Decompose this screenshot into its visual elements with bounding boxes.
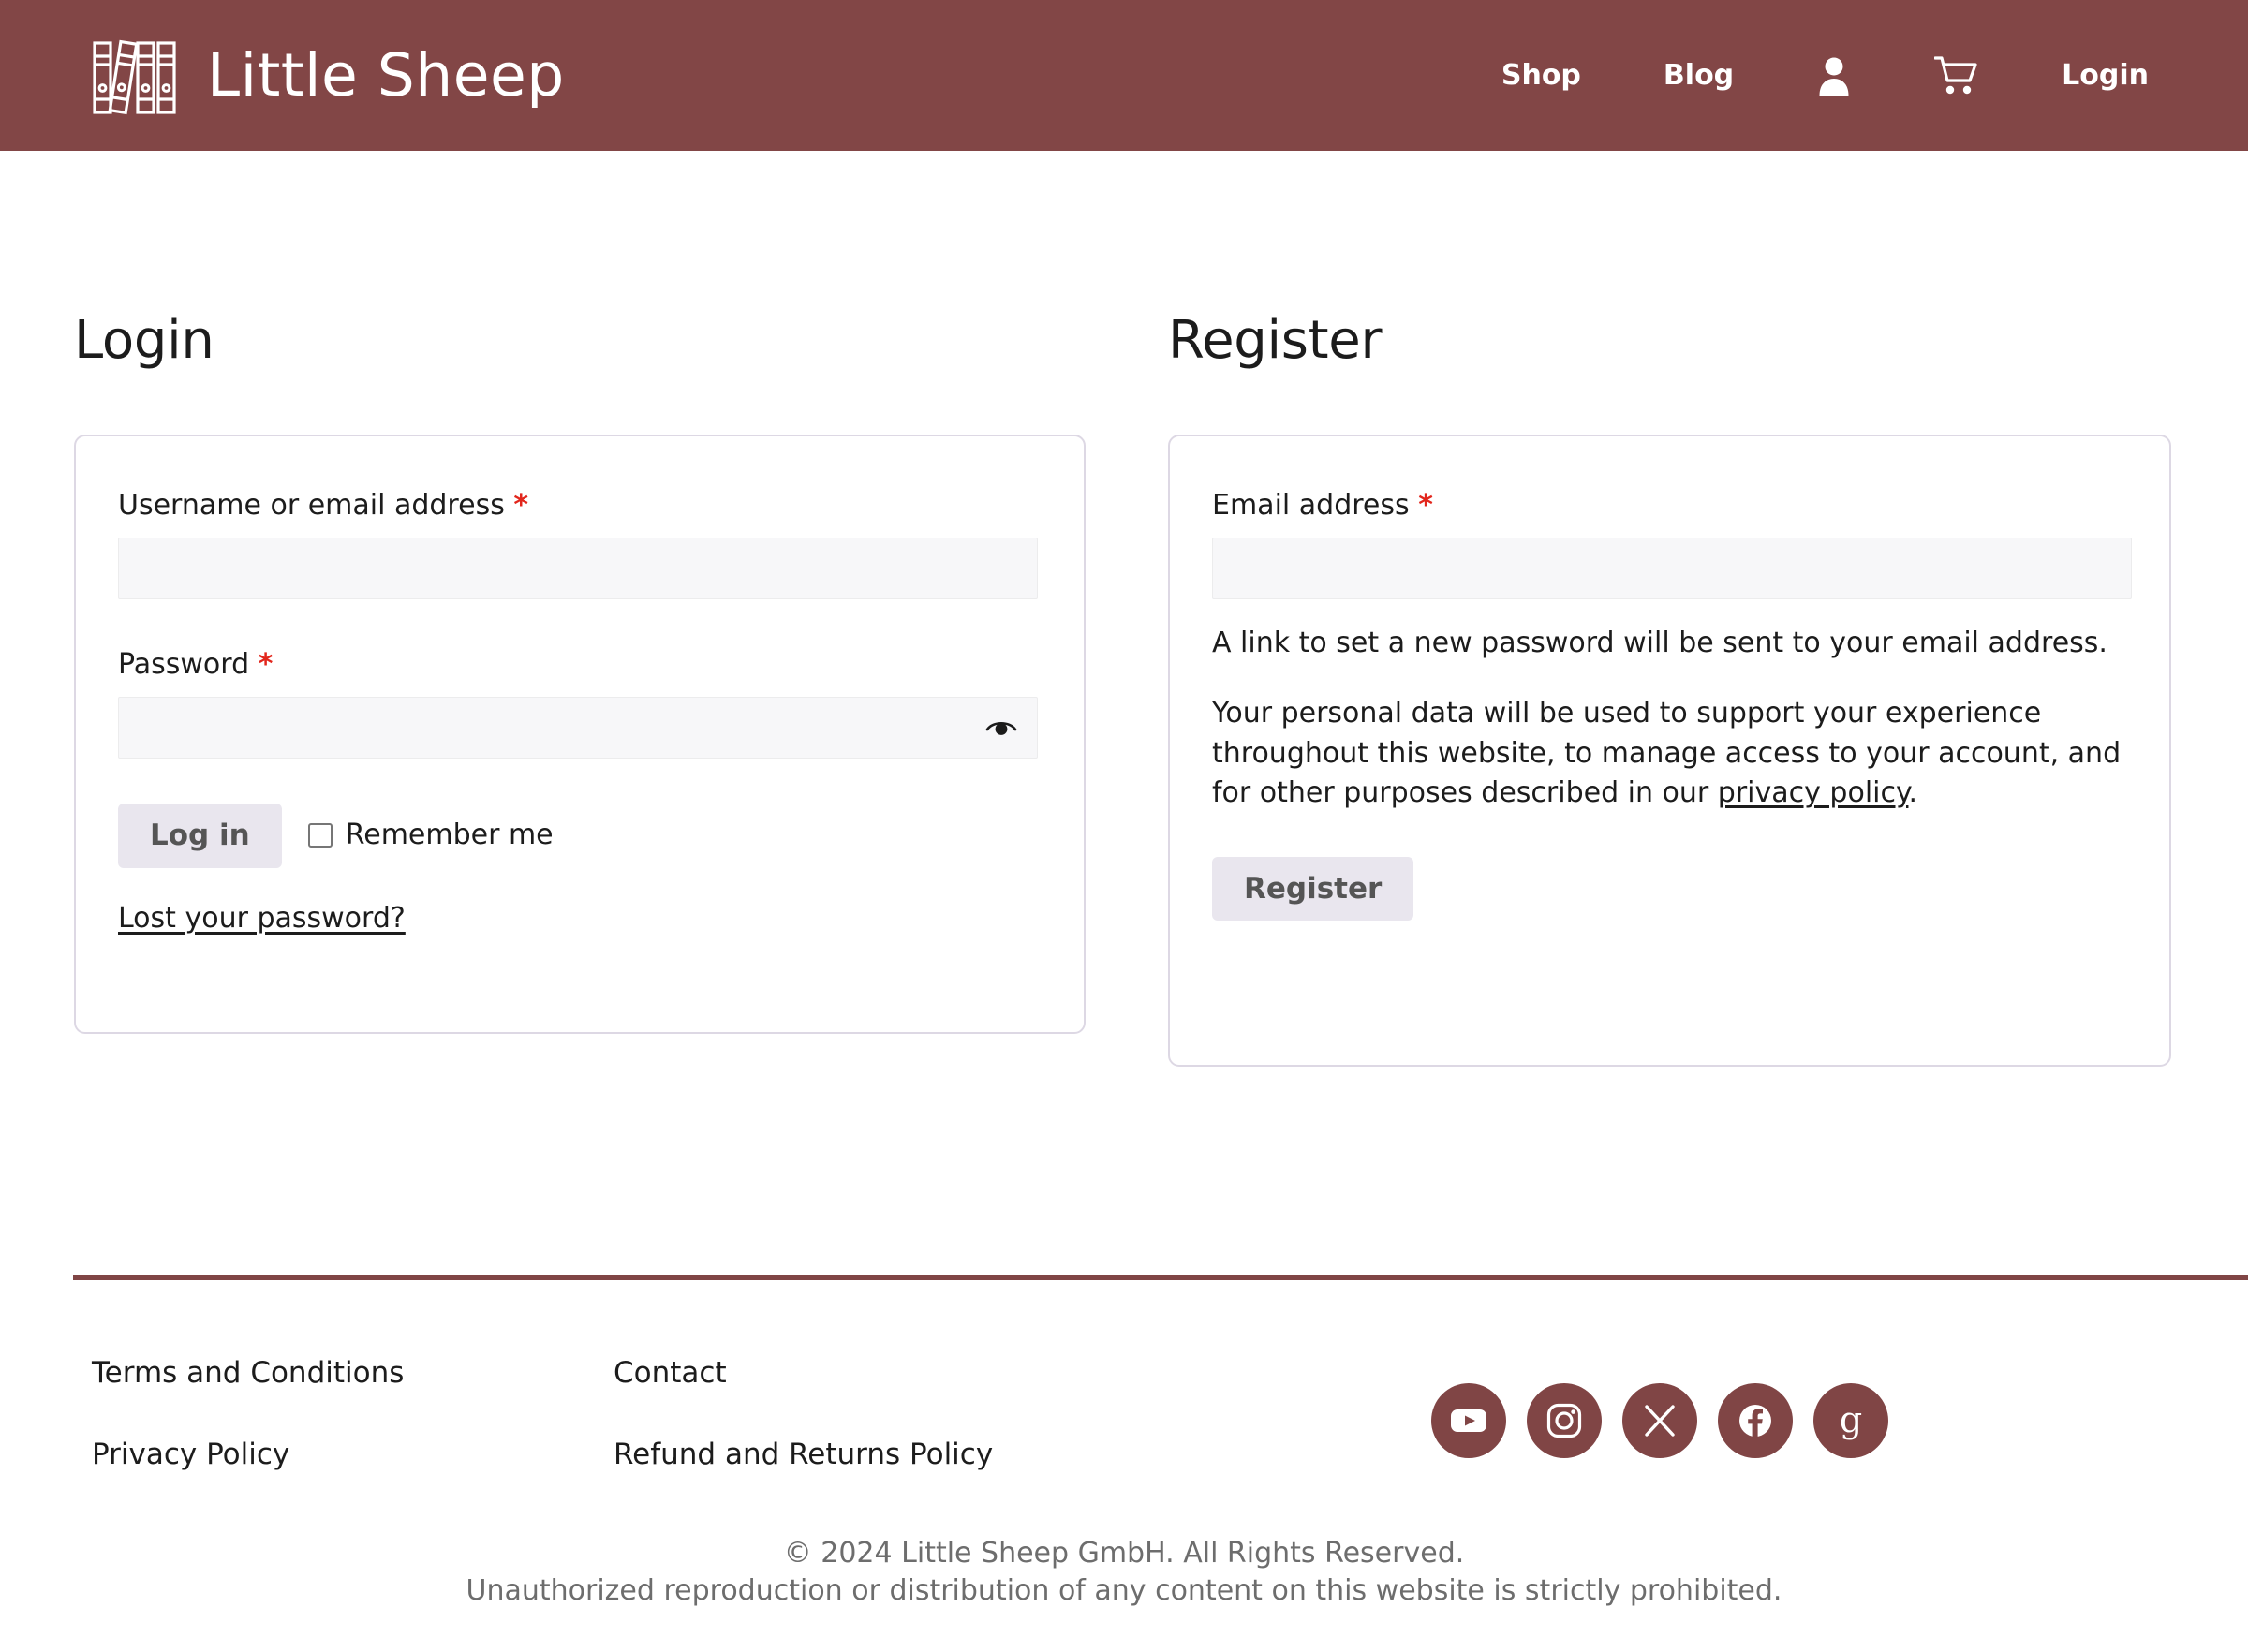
- facebook-icon: [1737, 1402, 1774, 1439]
- social-links: g: [1431, 1359, 1888, 1458]
- nav-account[interactable]: [1775, 56, 1893, 96]
- copyright-line-1: © 2024 Little Sheep GmbH. All Rights Res…: [783, 1537, 1465, 1570]
- register-note: A link to set a new password will be sen…: [1212, 627, 2108, 659]
- register-privacy-text: Your personal data will be used to suppo…: [1212, 694, 2130, 814]
- social-link-facebook[interactable]: [1718, 1383, 1793, 1458]
- password-visibility-toggle[interactable]: [985, 717, 1017, 738]
- register-card: Email address * A link to set a new pass…: [1168, 435, 2171, 1067]
- brand-name: Little Sheep: [207, 41, 565, 110]
- email-field-row: Email address *: [1212, 489, 2132, 599]
- main-content: Login Username or email address * Passwo…: [0, 151, 2248, 1275]
- register-section: Register Email address * A link to set a…: [0, 315, 2171, 1067]
- required-asterisk: *: [1418, 489, 1433, 522]
- footer-links: Terms and Conditions Contact Privacy Pol…: [0, 1359, 993, 1469]
- username-input[interactable]: [118, 538, 1038, 599]
- username-input-wrap: [118, 538, 1038, 599]
- privacy-text-before: Your personal data will be used to suppo…: [1212, 697, 2122, 810]
- register-button-wrap: Register: [1212, 856, 2127, 922]
- footer-link-contact[interactable]: Contact: [614, 1359, 993, 1388]
- nav-blog[interactable]: Blog: [1622, 61, 1775, 90]
- social-link-youtube[interactable]: [1431, 1383, 1506, 1458]
- nav-shop[interactable]: Shop: [1460, 61, 1622, 90]
- copyright: © 2024 Little Sheep GmbH. All Rights Res…: [0, 1469, 2248, 1609]
- social-link-goodreads[interactable]: g: [1813, 1383, 1888, 1458]
- privacy-policy-link[interactable]: privacy policy: [1718, 776, 1909, 809]
- email-input[interactable]: [1212, 538, 2132, 599]
- svg-text:g: g: [1840, 1400, 1862, 1440]
- footer-body: Terms and Conditions Contact Privacy Pol…: [0, 1280, 2248, 1469]
- goodreads-icon: g: [1832, 1400, 1870, 1441]
- nav-login[interactable]: Login: [2020, 61, 2190, 90]
- eye-icon: [985, 721, 1017, 741]
- x-twitter-icon: [1643, 1404, 1677, 1438]
- footer-link-refund[interactable]: Refund and Returns Policy: [614, 1440, 993, 1469]
- footer-link-terms[interactable]: Terms and Conditions: [92, 1359, 614, 1388]
- instagram-icon: [1546, 1403, 1582, 1438]
- books-icon: [89, 34, 179, 118]
- site-footer: Terms and Conditions Contact Privacy Pol…: [0, 1275, 2248, 1609]
- youtube-icon: [1450, 1407, 1487, 1435]
- nav-cart[interactable]: [1893, 55, 2020, 96]
- password-input[interactable]: [118, 697, 1038, 759]
- password-input-wrap: [118, 697, 1038, 759]
- site-header: Little Sheep Shop Blog Login: [0, 0, 2248, 151]
- footer-link-privacy[interactable]: Privacy Policy: [92, 1440, 614, 1469]
- email-label-text: Email address: [1212, 489, 1410, 522]
- social-link-x[interactable]: [1622, 1383, 1697, 1458]
- social-link-instagram[interactable]: [1527, 1383, 1602, 1458]
- email-label: Email address *: [1212, 489, 2127, 523]
- brand-logo-link[interactable]: Little Sheep: [89, 34, 565, 118]
- user-account-icon: [1816, 56, 1852, 96]
- copyright-line-2: Unauthorized reproduction or distributio…: [466, 1573, 1782, 1607]
- main-navigation: Shop Blog Login: [1460, 55, 2190, 96]
- email-input-wrap: [1212, 538, 2132, 599]
- register-button[interactable]: Register: [1212, 856, 1414, 922]
- shopping-cart-icon: [1934, 55, 1979, 96]
- privacy-text-after: .: [1908, 776, 1917, 810]
